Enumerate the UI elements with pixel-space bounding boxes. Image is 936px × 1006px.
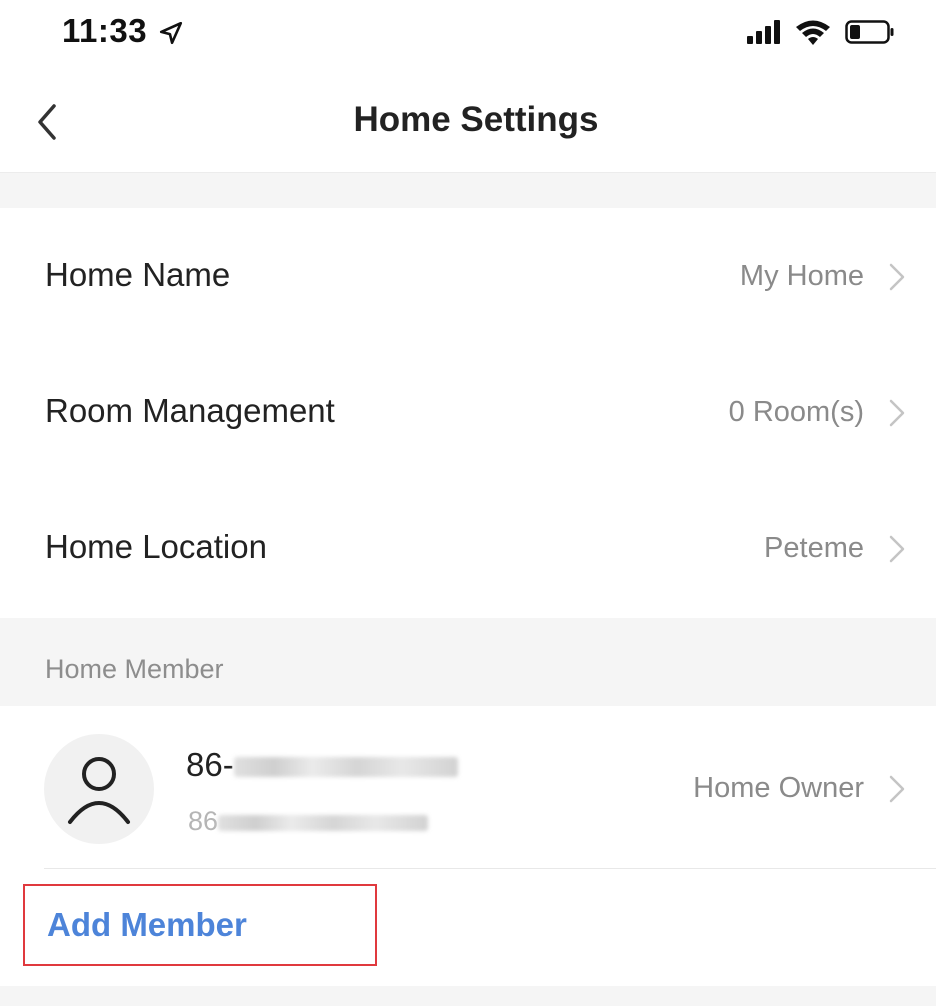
- redacted-phone-block: [233, 757, 458, 778]
- chevron-right-icon: [889, 399, 905, 427]
- status-bar: 11:33: [0, 0, 936, 70]
- home-member-list: 86- 86 Home Owner Add Member: [0, 706, 936, 986]
- location-arrow-icon: [159, 21, 183, 45]
- signal-icon: [747, 20, 780, 44]
- add-member-label: Add Member: [47, 906, 247, 943]
- member-phone-prefix: 86-: [186, 746, 234, 783]
- room-management-row[interactable]: Room Management 0 Room(s): [0, 344, 936, 480]
- redacted-account-block: [218, 814, 429, 831]
- home-settings-list: Home Name My Home Room Management 0 Room…: [0, 208, 936, 618]
- page-title: Home Settings: [353, 100, 599, 139]
- home-location-row[interactable]: Home Location Peteme: [0, 480, 936, 616]
- wifi-icon: [796, 20, 830, 45]
- divider: [44, 868, 936, 869]
- status-time: 11:33: [62, 12, 148, 49]
- nav-bar: Home Settings: [0, 70, 936, 173]
- home-name-label: Home Name: [45, 256, 231, 293]
- chevron-right-icon: [889, 535, 905, 563]
- room-count-value: 0 Room(s): [728, 396, 864, 428]
- room-management-label: Room Management: [45, 392, 335, 429]
- home-location-label: Home Location: [45, 528, 267, 565]
- home-name-row[interactable]: Home Name My Home: [0, 208, 936, 344]
- member-account: 86: [188, 806, 429, 837]
- battery-icon: [845, 20, 894, 44]
- avatar: [44, 734, 154, 844]
- home-name-value: My Home: [739, 260, 864, 292]
- add-member-button[interactable]: Add Member: [23, 884, 377, 966]
- user-icon: [68, 757, 130, 824]
- chevron-right-icon: [889, 263, 905, 291]
- chevron-right-icon: [889, 775, 905, 803]
- member-account-prefix: 86: [188, 806, 219, 836]
- member-role: Home Owner: [693, 772, 864, 804]
- home-member-section-title: Home Member: [45, 654, 224, 684]
- member-phone: 86-: [186, 746, 458, 784]
- home-location-value: Peteme: [764, 532, 864, 564]
- member-row[interactable]: 86- 86 Home Owner: [0, 706, 936, 868]
